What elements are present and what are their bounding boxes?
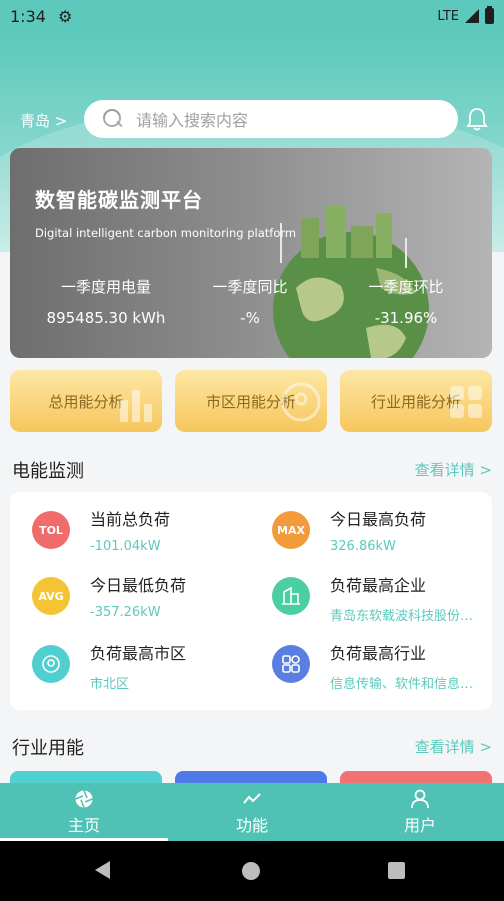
city-selector[interactable]: 青岛 > (20, 110, 67, 131)
bottom-navigation: 主页 功能 用户 (0, 783, 504, 841)
stat-label: 一季度同比 (212, 278, 288, 296)
stat-label: 一季度用电量 (60, 278, 151, 296)
nav-label: 功能 (235, 815, 268, 835)
user-icon (411, 789, 429, 808)
stat-quarter-usage: 一季度用电量 895485.30 kWh (36, 276, 176, 327)
trend-icon (243, 792, 261, 804)
monitor-item-current-load[interactable]: TOL 当前总负荷 -101.04kW (32, 506, 250, 554)
grid-blocks-icon (450, 386, 482, 418)
avg-badge: AVG (32, 577, 70, 615)
home-aperture-icon (75, 789, 93, 808)
grid-apps-icon (272, 645, 310, 683)
monitor-item-min-load[interactable]: AVG 今日最低负荷 -357.26kW (32, 572, 250, 620)
signal-icon (465, 9, 479, 23)
search-input[interactable]: 请输入搜索内容 (136, 107, 248, 131)
stat-qoq: 一季度环比 -31.96% (346, 276, 466, 327)
battery-icon (485, 6, 494, 24)
settings-gear-icon: ⚙ (57, 6, 73, 26)
back-icon[interactable] (95, 861, 110, 879)
recent-apps-icon[interactable] (388, 862, 405, 879)
district-energy-analysis-button[interactable]: 市区用能分析 (175, 370, 327, 432)
item-value: 信息传输、软件和信息技术服务业 (330, 677, 480, 692)
industry-energy-analysis-button[interactable]: 行业用能分析 (340, 370, 492, 432)
nav-label: 用户 (403, 815, 436, 835)
stat-yoy: 一季度同比 -% (190, 276, 310, 327)
home-icon[interactable] (242, 862, 260, 880)
system-navigation-bar (0, 841, 504, 901)
monitor-item-top-district[interactable]: 负荷最高市区 市北区 (32, 640, 250, 692)
stat-label: 一季度环比 (368, 278, 444, 296)
item-value: -357.26kW (90, 605, 161, 620)
industry-more-link[interactable]: 查看详情 > (415, 736, 492, 757)
monitor-item-top-enterprise[interactable]: 负荷最高企业青岛东软载波科技股份有限公司 (272, 572, 480, 624)
stat-value: 895485.30 kWh (46, 309, 166, 327)
item-value: 326.86kW (330, 539, 396, 554)
item-label: 负荷最高市区 (90, 644, 187, 663)
status-right: LTE (437, 6, 494, 24)
max-badge: MAX (272, 511, 310, 549)
power-monitor-more-link[interactable]: 查看详情 > (415, 459, 492, 480)
nav-label: 主页 (67, 815, 100, 835)
platform-subtitle: Digital intelligent carbon monitoring pl… (35, 226, 297, 240)
location-icon (32, 645, 70, 683)
platform-banner: 数智能碳监测平台 Digital intelligent carbon moni… (10, 148, 492, 358)
nav-user[interactable]: 用户 (336, 783, 504, 841)
search-bar[interactable]: 请输入搜索内容 (84, 100, 458, 138)
item-value: 市北区 (90, 677, 130, 692)
item-label: 今日最低负荷 (90, 576, 187, 595)
item-value: -101.04kW (90, 539, 161, 554)
stat-value: -% (240, 309, 260, 327)
platform-title: 数智能碳监测平台 (35, 188, 203, 212)
building-icon (272, 577, 310, 615)
item-label: 负荷最高企业 (330, 576, 427, 595)
nav-functions[interactable]: 功能 (168, 783, 336, 841)
location-pin-icon (281, 382, 321, 422)
monitor-item-max-load[interactable]: MAX 今日最高负荷 326.86kW (272, 506, 480, 554)
status-time: 1:34 (10, 6, 46, 26)
tol-badge: TOL (32, 511, 70, 549)
power-monitor-card: TOL 当前总负荷 -101.04kW MAX 今日最高负荷 326.86kW AV… (10, 492, 492, 710)
search-icon (102, 108, 124, 130)
nav-home[interactable]: 主页 (0, 783, 168, 841)
bell-icon[interactable] (466, 107, 488, 131)
item-label: 今日最高负荷 (330, 510, 427, 529)
industry-energy-title: 行业用能 (12, 738, 84, 759)
item-label: 当前总负荷 (90, 510, 171, 529)
network-label: LTE (437, 8, 459, 24)
item-value: 青岛东软载波科技股份有限公司 (330, 609, 480, 624)
status-bar: 1:34 ⚙ LTE (0, 0, 504, 32)
power-monitor-title: 电能监测 (12, 461, 84, 482)
total-energy-analysis-button[interactable]: 总用能分析 (10, 370, 162, 432)
button-label: 总用能分析 (48, 392, 124, 411)
monitor-item-top-industry[interactable]: 负荷最高行业信息传输、软件和信息技术服务业 (272, 640, 480, 692)
item-label: 负荷最高行业 (330, 644, 427, 663)
stat-value: -31.96% (374, 309, 438, 327)
bar-chart-icon (120, 390, 152, 422)
